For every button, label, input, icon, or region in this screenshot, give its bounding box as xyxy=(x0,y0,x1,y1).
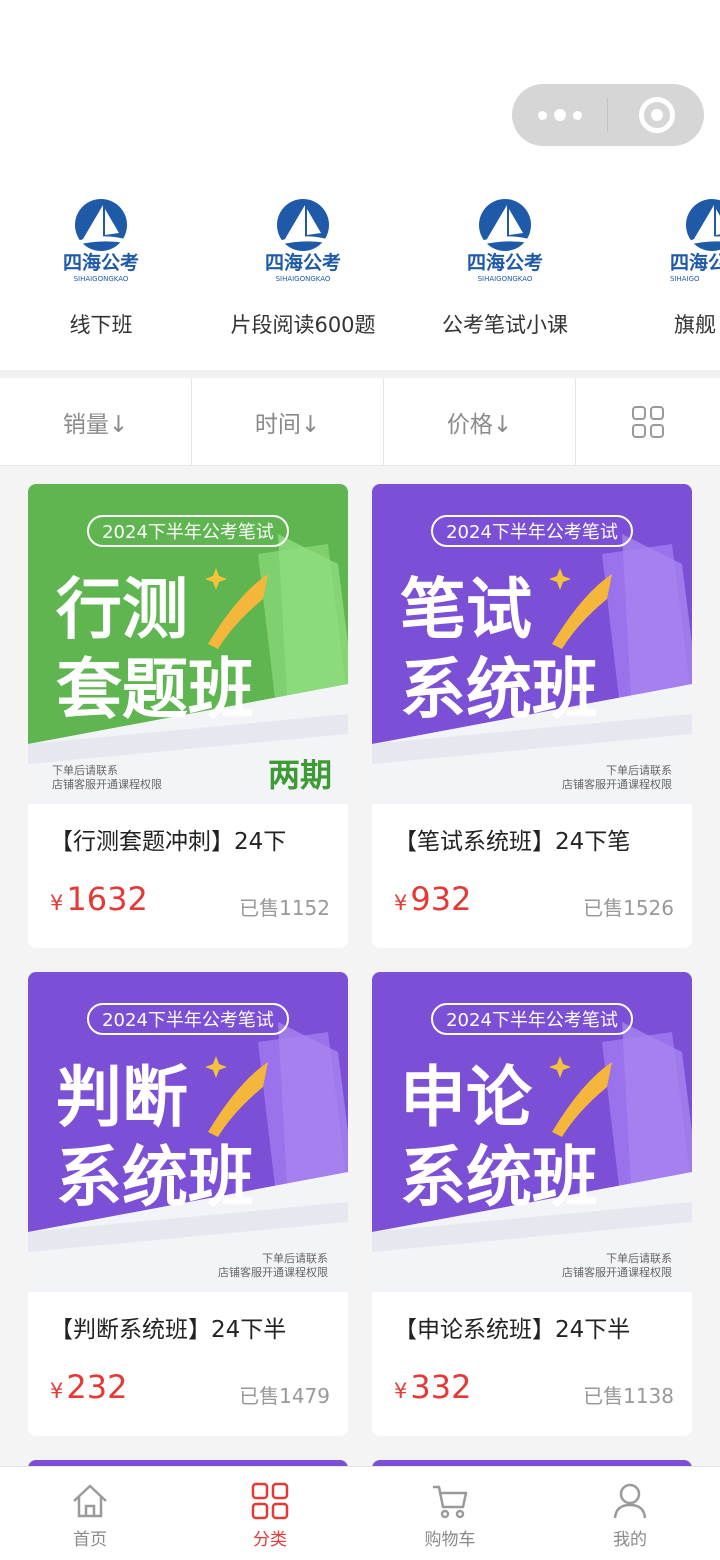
svg-text:2024下半年公考笔试: 2024下半年公考笔试 xyxy=(102,522,274,543)
miniprogram-capsule xyxy=(512,84,704,146)
product-price: ¥932 xyxy=(394,880,472,918)
product-title: 【笔试系统班】24下笔 xyxy=(394,829,631,855)
svg-text:系统班: 系统班 xyxy=(400,1139,598,1216)
svg-text:判断: 判断 xyxy=(56,1059,188,1136)
svg-text:四海公考: 四海公考 xyxy=(467,251,543,274)
category-item-flagship[interactable]: 四海公 SIHAIGO 旗舰 xyxy=(606,185,720,370)
sihai-logo-icon: 四海公考 SIHAIGONGKAO xyxy=(63,199,139,283)
grid-layout-icon xyxy=(632,405,664,438)
close-miniprogram-icon[interactable] xyxy=(639,97,675,133)
user-icon xyxy=(613,1483,647,1519)
product-title: 【判断系统班】24下半 xyxy=(50,1317,287,1343)
product-title: 【行测套题冲刺】24下 xyxy=(50,829,287,855)
section-divider xyxy=(0,370,720,378)
svg-text:申论: 申论 xyxy=(400,1059,533,1136)
svg-text:2024下半年公考笔试: 2024下半年公考笔试 xyxy=(446,522,618,543)
product-price: ¥332 xyxy=(394,1368,472,1406)
svg-text:系统班: 系统班 xyxy=(56,1139,254,1216)
svg-text:店铺客服开通课程权限: 店铺客服开通课程权限 xyxy=(52,777,162,791)
sort-by-price[interactable]: 价格↓ xyxy=(384,378,576,466)
tab-cart[interactable]: 购物车 xyxy=(360,1467,540,1560)
svg-text:四海公考: 四海公考 xyxy=(265,251,341,274)
category-item-offline[interactable]: 四海公考 SIHAIGONGKAO 线下班 xyxy=(1,185,201,370)
sihai-logo-icon: 四海公 SIHAIGO xyxy=(670,199,720,283)
svg-text:下单后请联系: 下单后请联系 xyxy=(606,764,672,777)
svg-text:2024下半年公考笔试: 2024下半年公考笔试 xyxy=(446,1010,618,1031)
svg-text:店铺客服开通课程权限: 店铺客服开通课程权限 xyxy=(562,777,672,791)
product-card[interactable]: 2024下半年公考笔试 笔试 系统班 下单后请联系 店铺客服开通课程权限 【笔试… xyxy=(372,484,692,948)
svg-text:系统班: 系统班 xyxy=(400,651,598,728)
product-price: ¥232 xyxy=(50,1368,128,1406)
product-cover-image: 2024下半年公考笔试 申论 系统班 下单后请联系 店铺客服开通课程权限 xyxy=(372,972,692,1292)
sort-by-time[interactable]: 时间↓ xyxy=(192,378,384,466)
sold-count: 已售1526 xyxy=(583,896,674,920)
capsule-divider xyxy=(607,98,608,132)
svg-text:四海公考: 四海公考 xyxy=(63,251,139,274)
svg-text:套题班: 套题班 xyxy=(56,651,254,728)
cart-icon xyxy=(433,1485,468,1519)
category-strip: 四海公考 SIHAIGONGKAO 线下班 四海公考 SIHAIGONGKAO … xyxy=(0,185,720,370)
category-label: 片段阅读600题 xyxy=(230,313,376,337)
layout-toggle-button[interactable] xyxy=(576,378,720,465)
product-title: 【申论系统班】24下半 xyxy=(394,1317,631,1343)
product-grid: 2024下半年公考笔试 行测 套题班 下单后请联系 店铺客服开通课程权限 两期 … xyxy=(0,466,720,1466)
svg-text:店铺客服开通课程权限: 店铺客服开通课程权限 xyxy=(562,1265,672,1279)
sold-count: 已售1138 xyxy=(583,1384,674,1408)
top-bar xyxy=(0,0,720,170)
tab-label: 我的 xyxy=(613,1530,647,1550)
tab-category[interactable]: 分类 xyxy=(180,1467,360,1560)
category-label: 线下班 xyxy=(69,313,133,337)
tab-profile[interactable]: 我的 xyxy=(540,1467,720,1560)
svg-text:SIHAIGO: SIHAIGO xyxy=(670,275,700,283)
svg-text:行测: 行测 xyxy=(56,571,188,648)
sort-bar: 销量↓ 时间↓ 价格↓ xyxy=(0,378,720,466)
sort-by-sales[interactable]: 销量↓ xyxy=(0,378,192,466)
svg-text:四海公: 四海公 xyxy=(670,251,720,274)
product-card[interactable]: 2024下半年公考笔试 申论 系统班 下单后请联系 店铺客服开通课程权限 【申论… xyxy=(372,972,692,1436)
category-label: 公考笔试小课 xyxy=(442,313,568,337)
svg-text:下单后请联系: 下单后请联系 xyxy=(52,764,118,777)
sihai-logo-icon: 四海公考 SIHAIGONGKAO xyxy=(265,199,341,283)
category-item-written-lesson[interactable]: 四海公考 SIHAIGONGKAO 公考笔试小课 xyxy=(405,185,605,370)
svg-text:SIHAIGONGKAO: SIHAIGONGKAO xyxy=(276,275,331,283)
product-card[interactable]: 2024下半年公考笔试 行测 套题班 下单后请联系 店铺客服开通课程权限 两期 … xyxy=(28,484,348,948)
svg-text:笔试: 笔试 xyxy=(400,571,532,648)
product-cover-image: 2024下半年公考笔试 行测 套题班 下单后请联系 店铺客服开通课程权限 两期 xyxy=(28,484,348,804)
tab-label: 首页 xyxy=(73,1530,107,1550)
svg-text:2024下半年公考笔试: 2024下半年公考笔试 xyxy=(102,1010,274,1031)
sold-count: 已售1152 xyxy=(239,896,330,920)
svg-text:店铺客服开通课程权限: 店铺客服开通课程权限 xyxy=(218,1265,328,1279)
svg-text:两期: 两期 xyxy=(268,756,332,794)
category-item-reading[interactable]: 四海公考 SIHAIGONGKAO 片段阅读600题 xyxy=(203,185,403,370)
sold-count: 已售1479 xyxy=(239,1384,330,1408)
category-label: 旗舰 xyxy=(674,313,716,337)
svg-text:SIHAIGONGKAO: SIHAIGONGKAO xyxy=(478,275,533,283)
category-grid-icon xyxy=(251,1482,289,1520)
svg-text:下单后请联系: 下单后请联系 xyxy=(606,1252,672,1265)
product-card[interactable]: 2024下半年公考笔试 判断 系统班 下单后请联系 店铺客服开通课程权限 【判断… xyxy=(28,972,348,1436)
product-cover-image: 2024下半年公考笔试 判断 系统班 下单后请联系 店铺客服开通课程权限 xyxy=(28,972,348,1292)
tab-label: 购物车 xyxy=(424,1530,476,1550)
product-cover-image: 2024下半年公考笔试 笔试 系统班 下单后请联系 店铺客服开通课程权限 xyxy=(372,484,692,804)
product-price: ¥1632 xyxy=(50,880,148,918)
bottom-tab-bar: 首页 分类 购物车 我的 xyxy=(0,1466,720,1560)
svg-text:SIHAIGONGKAO: SIHAIGONGKAO xyxy=(74,275,129,283)
more-menu-icon[interactable] xyxy=(512,84,607,146)
sihai-logo-icon: 四海公考 SIHAIGONGKAO xyxy=(467,199,543,283)
svg-text:下单后请联系: 下单后请联系 xyxy=(262,1252,328,1265)
tab-label: 分类 xyxy=(253,1530,287,1550)
tab-home[interactable]: 首页 xyxy=(0,1467,180,1560)
home-icon xyxy=(73,1484,107,1518)
